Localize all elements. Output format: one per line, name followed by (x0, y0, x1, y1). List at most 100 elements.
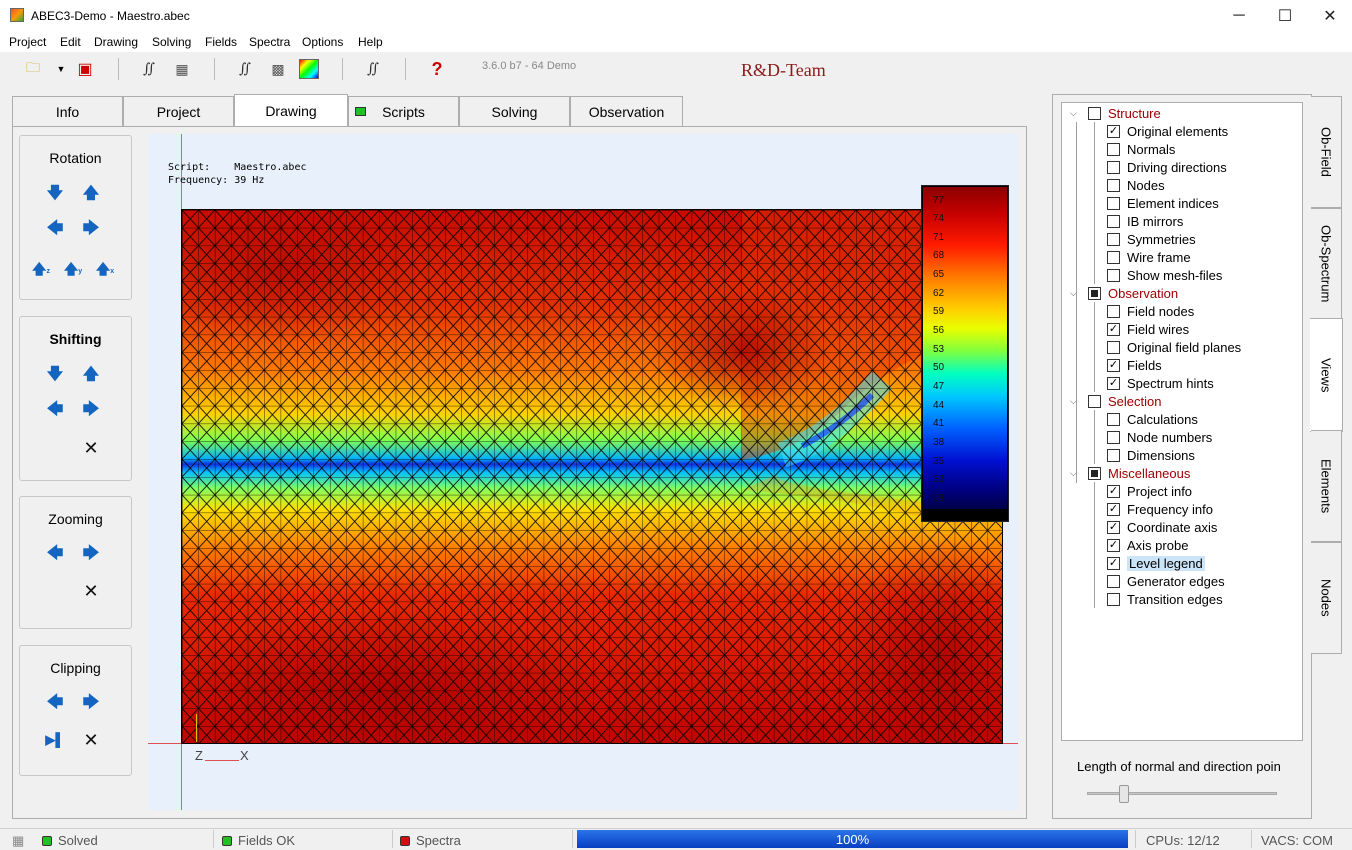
integral-spectra-icon[interactable]: ∬ (362, 58, 384, 80)
field-mesh-icon[interactable]: ▩ (267, 58, 289, 80)
checkbox[interactable] (1107, 592, 1120, 606)
shift-right-icon[interactable]: 🡆 (81, 401, 101, 421)
tab-scripts[interactable]: Scripts (348, 96, 459, 126)
chevron-down-icon[interactable]: ⌵ (1070, 468, 1084, 479)
tree-item[interactable]: Driving directions (1107, 158, 1227, 176)
checkbox[interactable] (1107, 214, 1120, 228)
chevron-down-icon[interactable]: ⌵ (1070, 288, 1084, 299)
open-folder-icon[interactable]: 🗀 (22, 58, 44, 80)
tree-group[interactable]: ⌵ Selection (1070, 392, 1161, 410)
dropdown-arrow-icon[interactable]: ▼ (50, 58, 72, 80)
rotate-x-icon[interactable]: 🡅 x (95, 261, 115, 281)
tree-item[interactable]: Normals (1107, 140, 1175, 158)
maximize-button[interactable]: ☐ (1262, 0, 1308, 32)
tree-item[interactable]: ✓ Axis probe (1107, 536, 1188, 554)
tab-drawing[interactable]: Drawing (234, 94, 348, 127)
tree-item[interactable]: Symmetries (1107, 230, 1196, 248)
chevron-down-icon[interactable]: ⌵ (1070, 396, 1084, 407)
checkbox[interactable]: ✓ (1107, 520, 1120, 534)
checkbox[interactable] (1107, 178, 1120, 192)
checkbox[interactable]: ✓ (1107, 502, 1120, 516)
menu-fields[interactable]: Fields (205, 35, 237, 49)
checkbox[interactable]: ✓ (1107, 484, 1120, 498)
tree-item[interactable]: Wire frame (1107, 248, 1191, 266)
checkbox[interactable]: ✓ (1107, 538, 1120, 552)
tree-item[interactable]: Element indices (1107, 194, 1219, 212)
tree-group[interactable]: ⌵ Structure (1070, 104, 1161, 122)
zoom-out-icon[interactable]: 🡄 (45, 545, 65, 565)
checkbox[interactable] (1107, 250, 1120, 264)
chevron-down-icon[interactable]: ⌵ (1070, 108, 1084, 119)
menu-drawing[interactable]: Drawing (94, 35, 138, 49)
side-tab-elements[interactable]: Elements (1311, 430, 1342, 542)
clip-left-icon[interactable]: 🡄 (45, 694, 65, 714)
clip-reset-icon[interactable]: ✕ (81, 730, 101, 750)
checkbox[interactable] (1107, 196, 1120, 210)
menu-edit[interactable]: Edit (60, 35, 81, 49)
checkbox[interactable] (1088, 466, 1101, 480)
side-tab-ob-spectrum[interactable]: Ob-Spectrum (1311, 208, 1342, 320)
rotate-left-icon[interactable]: 🡄 (45, 220, 65, 240)
rotate-y-icon[interactable]: 🡅 y (63, 261, 83, 281)
tree-item[interactable]: IB mirrors (1107, 212, 1183, 230)
checkbox[interactable]: ✓ (1107, 124, 1120, 138)
checkbox[interactable] (1088, 106, 1101, 120)
checkbox[interactable]: ✓ (1107, 556, 1120, 570)
tree-item[interactable]: Generator edges (1107, 572, 1225, 590)
help-icon[interactable]: ? (426, 58, 448, 80)
clip-step-icon[interactable]: ▶▌ (45, 730, 65, 750)
tab-observation[interactable]: Observation (570, 96, 683, 126)
tree-item[interactable]: Original field planes (1107, 338, 1241, 356)
tree-item[interactable]: ✓ Project info (1107, 482, 1192, 500)
length-slider-track[interactable] (1087, 792, 1277, 795)
menu-spectra[interactable]: Spectra (249, 35, 290, 49)
zoom-reset-icon[interactable]: ✕ (81, 581, 101, 601)
checkbox[interactable] (1107, 430, 1120, 444)
menu-solving[interactable]: Solving (152, 35, 191, 49)
tree-item[interactable]: ✓ Fields (1107, 356, 1162, 374)
color-field-icon[interactable] (299, 59, 319, 79)
checkbox[interactable]: ✓ (1107, 322, 1120, 336)
mesh-icon[interactable]: ▦ (171, 58, 193, 80)
integral-fields-icon[interactable]: ∬ (234, 58, 256, 80)
tree-item[interactable]: ✓ Original elements (1107, 122, 1228, 140)
checkbox[interactable] (1107, 160, 1120, 174)
shift-down-icon[interactable]: 🡇 (45, 366, 65, 386)
checkbox[interactable] (1107, 268, 1120, 282)
checkbox[interactable] (1088, 286, 1101, 300)
tab-project[interactable]: Project (123, 96, 234, 126)
rotate-z-icon[interactable]: 🡅 z (31, 261, 51, 281)
tab-solving[interactable]: Solving (459, 96, 570, 126)
rotate-up-icon[interactable]: 🡅 (81, 185, 101, 205)
minimize-button[interactable]: ─ (1216, 0, 1262, 32)
tree-group[interactable]: ⌵ Observation (1070, 284, 1178, 302)
checkbox[interactable] (1107, 574, 1120, 588)
zoom-in-icon[interactable]: 🡆 (81, 545, 101, 565)
integral-solve-icon[interactable]: ∬ (138, 58, 160, 80)
tree-item[interactable]: ✓ Coordinate axis (1107, 518, 1217, 536)
tree-item[interactable]: Show mesh-files (1107, 266, 1222, 284)
tab-info[interactable]: Info (12, 96, 123, 126)
tree-item[interactable]: Dimensions (1107, 446, 1195, 464)
side-tab-views[interactable]: Views (1310, 318, 1343, 432)
tree-item[interactable]: Field nodes (1107, 302, 1194, 320)
clip-right-icon[interactable]: 🡆 (81, 694, 101, 714)
menu-help[interactable]: Help (358, 35, 383, 49)
tree-item[interactable]: Calculations (1107, 410, 1198, 428)
side-tab-nodes[interactable]: Nodes (1311, 542, 1342, 654)
tree-group[interactable]: ⌵ Miscellaneous (1070, 464, 1190, 482)
side-tab-ob-field[interactable]: Ob-Field (1311, 96, 1342, 208)
tree-item[interactable]: Node numbers (1107, 428, 1212, 446)
menu-options[interactable]: Options (302, 35, 343, 49)
checkbox[interactable] (1088, 394, 1101, 408)
menu-project[interactable]: Project (9, 35, 46, 49)
checkbox[interactable] (1107, 142, 1120, 156)
field-plot[interactable] (181, 209, 1003, 744)
checkbox[interactable] (1107, 448, 1120, 462)
close-button[interactable]: ✕ (1307, 0, 1352, 32)
rotate-down-icon[interactable]: 🡇 (45, 185, 65, 205)
length-slider-thumb[interactable] (1119, 785, 1129, 803)
checkbox[interactable]: ✓ (1107, 376, 1120, 390)
rotate-right-icon[interactable]: 🡆 (81, 220, 101, 240)
tree-item[interactable]: ✓ Level legend (1107, 554, 1205, 572)
